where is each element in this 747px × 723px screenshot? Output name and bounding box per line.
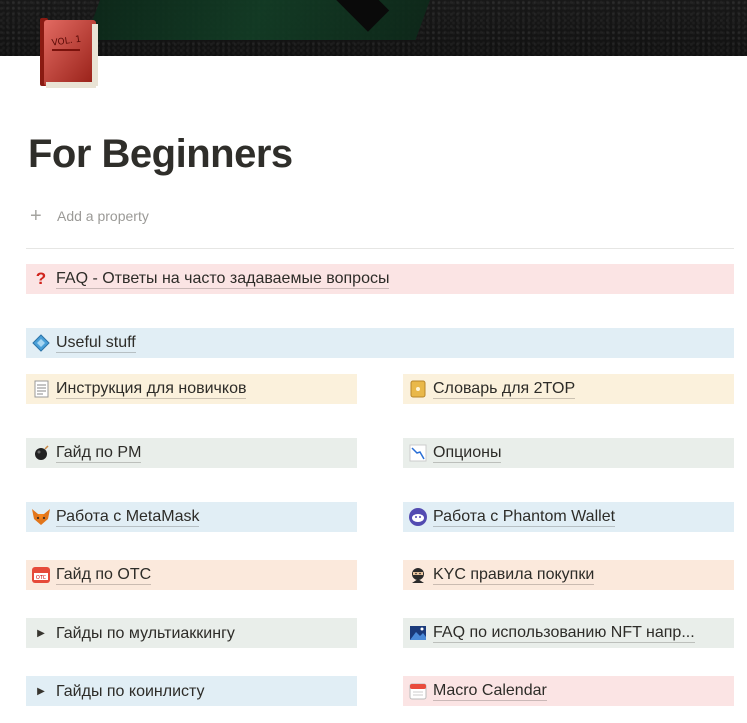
book-icon[interactable]: VOL. 1 [34, 14, 102, 92]
list-item[interactable]: Работа с MetaMask [26, 502, 357, 532]
fox-icon [30, 506, 52, 528]
page-title[interactable]: For Beginners [28, 132, 293, 177]
page-cover[interactable] [0, 0, 747, 56]
add-property-label: Add a property [57, 208, 149, 224]
item-label[interactable]: Гайды по мультиаккингу [56, 624, 235, 643]
divider [26, 248, 734, 249]
ghost-icon [407, 506, 429, 528]
item-label[interactable]: KYC правила покупки [433, 565, 595, 585]
bomb-icon [30, 442, 52, 464]
ninja-icon [407, 564, 429, 586]
item-label[interactable]: Гайд по PM [56, 443, 142, 463]
toggle-item[interactable]: ▶ Гайды по коинлисту [26, 676, 357, 706]
item-label[interactable]: Опционы [433, 443, 502, 463]
item-label[interactable]: Гайды по коинлисту [56, 682, 205, 701]
list-item[interactable]: Опционы [403, 438, 734, 468]
faq-callout[interactable]: ? FAQ - Ответы на часто задаваемые вопро… [26, 264, 734, 294]
toggle-triangle-icon[interactable]: ▶ [30, 686, 52, 697]
item-label[interactable]: Macro Calendar [433, 681, 547, 701]
list-item[interactable]: Работа с Phantom Wallet [403, 502, 734, 532]
item-label[interactable]: Гайд по OTC [56, 565, 152, 585]
list-item[interactable]: KYC правила покупки [403, 560, 734, 590]
plus-icon: + [30, 205, 42, 227]
useful-stuff-link[interactable]: Useful stuff [56, 333, 136, 353]
list-item[interactable]: Macro Calendar [403, 676, 734, 706]
cover-accent [85, 0, 445, 40]
item-label[interactable]: Работа с Phantom Wallet [433, 507, 616, 527]
item-label[interactable]: Инструкция для новичков [56, 379, 247, 399]
item-label[interactable]: FAQ по использованию NFT напр... [433, 623, 695, 643]
list-item[interactable]: Инструкция для новичков [26, 374, 357, 404]
document-icon [30, 378, 52, 400]
item-label[interactable]: Работа с MetaMask [56, 507, 200, 527]
add-property-button[interactable]: + Add a property [30, 205, 149, 227]
diamond-icon [30, 332, 52, 354]
toggle-item[interactable]: ▶ Гайды по мультиаккингу [26, 618, 357, 648]
question-mark-icon: ? [35, 269, 47, 288]
faq-link[interactable]: FAQ - Ответы на часто задаваемые вопросы [56, 269, 390, 289]
otc-icon: OTC [30, 564, 52, 586]
toggle-triangle-icon[interactable]: ▶ [30, 628, 52, 639]
picture-icon [407, 622, 429, 644]
list-item[interactable]: Гайд по PM [26, 438, 357, 468]
item-label[interactable]: Словарь для 2TOP [433, 379, 576, 399]
note-icon [407, 378, 429, 400]
list-item[interactable]: Словарь для 2TOP [403, 374, 734, 404]
svg-text:OTC: OTC [36, 575, 47, 581]
list-item[interactable]: OTC Гайд по OTC [26, 560, 357, 590]
chart-down-icon [407, 442, 429, 464]
calendar-icon [407, 680, 429, 702]
list-item[interactable]: FAQ по использованию NFT напр... [403, 618, 734, 648]
useful-stuff-callout[interactable]: Useful stuff [26, 328, 734, 358]
